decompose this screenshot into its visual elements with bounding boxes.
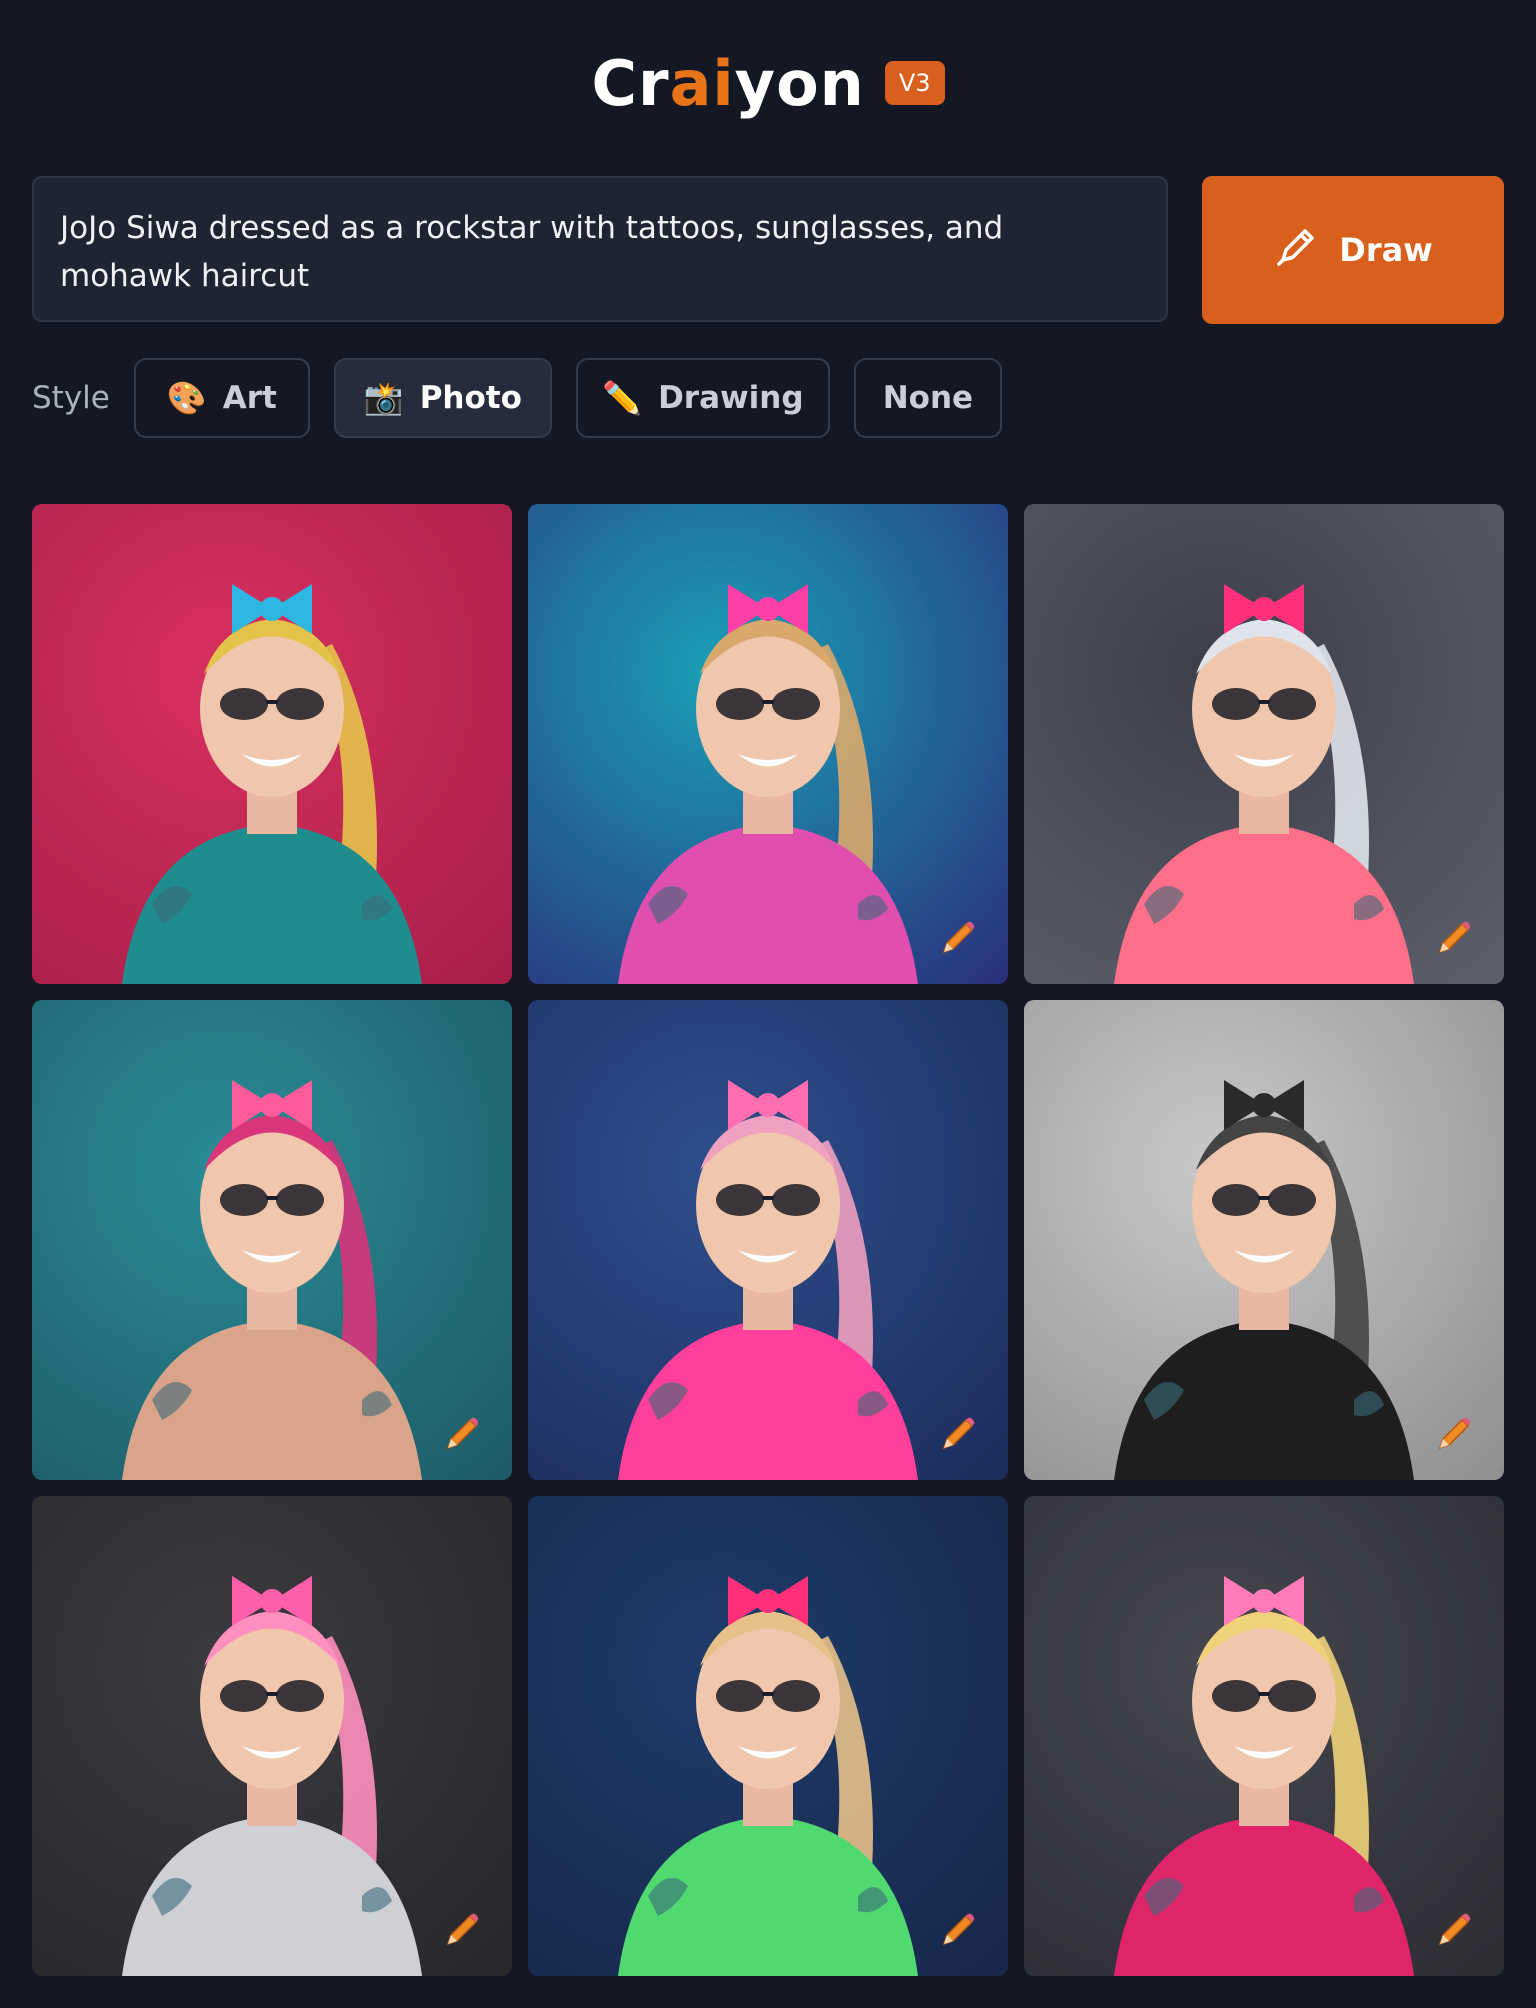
generated-image-6[interactable]: [1024, 1000, 1504, 1480]
generated-image-4[interactable]: [32, 1000, 512, 1480]
style-option-drawing[interactable]: ✏️ Drawing: [575, 358, 830, 438]
draw-button-label: Draw: [1339, 231, 1433, 269]
portrait-illustration: [122, 1080, 422, 1480]
logo-accent-letter: a: [669, 46, 713, 120]
pencil-icon[interactable]: [936, 1412, 980, 1456]
generated-image-9[interactable]: [1024, 1496, 1504, 1976]
draw-button[interactable]: Draw: [1202, 176, 1504, 324]
pencil-icon[interactable]: [1432, 1908, 1476, 1952]
style-selector: Style 🎨 Art 📸 Photo ✏️ Drawing None: [32, 356, 1002, 440]
generated-image-8[interactable]: [528, 1496, 1008, 1976]
portrait-illustration: [618, 1576, 918, 1976]
style-option-label: Art: [222, 380, 277, 416]
generated-image-5[interactable]: [528, 1000, 1008, 1480]
portrait-illustration: [122, 1576, 422, 1976]
generated-image-1[interactable]: [32, 504, 512, 984]
generated-image-7[interactable]: [32, 1496, 512, 1976]
style-option-photo[interactable]: 📸 Photo: [333, 358, 552, 438]
header: Craiyon V3: [0, 38, 1536, 128]
pencil-icon[interactable]: [1432, 1412, 1476, 1456]
pencil-icon[interactable]: [440, 1908, 484, 1952]
image-grid: [32, 504, 1504, 1976]
portrait-illustration: [1114, 1576, 1414, 1976]
portrait-illustration: [1114, 1080, 1414, 1480]
style-option-art[interactable]: 🎨 Art: [133, 358, 310, 438]
version-badge: V3: [884, 61, 945, 105]
generated-image-2[interactable]: [528, 504, 1008, 984]
style-option-label: None: [882, 380, 974, 416]
logo-accent-letter: i: [712, 46, 735, 120]
prompt-text: JoJo Siwa dressed as a rockstar with tat…: [60, 210, 1004, 294]
portrait-illustration: [618, 1080, 918, 1480]
prompt-input[interactable]: JoJo Siwa dressed as a rockstar with tat…: [32, 176, 1168, 322]
portrait-illustration: [122, 584, 422, 984]
pencil-icon[interactable]: [936, 1908, 980, 1952]
style-option-none[interactable]: None: [853, 358, 1002, 438]
portrait-illustration: [1114, 584, 1414, 984]
camera-icon: 📸: [363, 379, 404, 417]
pencil-icon[interactable]: [440, 1412, 484, 1456]
pencil-emoji-icon: ✏️: [602, 379, 643, 417]
pencil-icon: [1273, 222, 1321, 278]
style-label: Style: [32, 380, 110, 416]
palette-icon: 🎨: [166, 379, 207, 417]
logo-text-part: yon: [734, 46, 865, 120]
style-option-label: Drawing: [658, 380, 804, 416]
pencil-icon[interactable]: [936, 916, 980, 960]
craiyon-logo[interactable]: Craiyon: [591, 47, 864, 120]
portrait-illustration: [618, 584, 918, 984]
generated-image-3[interactable]: [1024, 504, 1504, 984]
style-option-label: Photo: [419, 380, 522, 416]
logo-text-part: Cr: [591, 46, 670, 120]
pencil-icon[interactable]: [1432, 916, 1476, 960]
